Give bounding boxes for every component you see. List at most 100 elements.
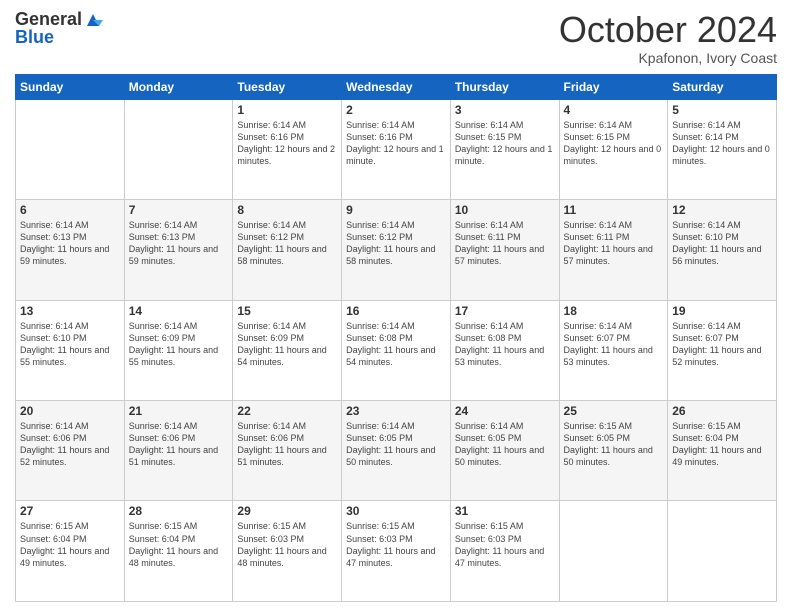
day-content: Sunrise: 6:14 AM Sunset: 6:07 PM Dayligh… <box>564 321 653 367</box>
day-number: 9 <box>346 203 446 217</box>
day-number: 30 <box>346 504 446 518</box>
calendar-cell-4-7: 26 Sunrise: 6:15 AM Sunset: 6:04 PM Dayli… <box>668 401 777 501</box>
day-content: Sunrise: 6:14 AM Sunset: 6:13 PM Dayligh… <box>129 220 218 266</box>
day-number: 29 <box>237 504 337 518</box>
day-content: Sunrise: 6:14 AM Sunset: 6:15 PM Dayligh… <box>564 120 662 166</box>
day-number: 28 <box>129 504 229 518</box>
day-number: 8 <box>237 203 337 217</box>
day-content: Sunrise: 6:14 AM Sunset: 6:05 PM Dayligh… <box>455 421 544 467</box>
calendar-cell-4-4: 23 Sunrise: 6:14 AM Sunset: 6:05 PM Dayli… <box>342 401 451 501</box>
calendar-cell-4-5: 24 Sunrise: 6:14 AM Sunset: 6:05 PM Dayli… <box>450 401 559 501</box>
day-number: 5 <box>672 103 772 117</box>
calendar-header-wednesday: Wednesday <box>342 74 451 99</box>
calendar-cell-3-5: 17Sunrise: 6:14 AM Sunset: 6:08 PM Dayli… <box>450 300 559 400</box>
day-content: Sunrise: 6:14 AM Sunset: 6:16 PM Dayligh… <box>237 120 335 166</box>
day-content: Sunrise: 6:14 AM Sunset: 6:09 PM Dayligh… <box>129 321 218 367</box>
day-content: Sunrise: 6:15 AM Sunset: 6:03 PM Dayligh… <box>455 521 544 567</box>
calendar-cell-2-3: 8 Sunrise: 6:14 AM Sunset: 6:12 PM Daylig… <box>233 200 342 300</box>
calendar-header-row: SundayMondayTuesdayWednesdayThursdayFrid… <box>16 74 777 99</box>
day-number: 27 <box>20 504 120 518</box>
calendar-cell-1-5: 3Sunrise: 6:14 AM Sunset: 6:15 PM Daylig… <box>450 99 559 199</box>
calendar-cell-2-5: 10Sunrise: 6:14 AM Sunset: 6:11 PM Dayli… <box>450 200 559 300</box>
calendar-cell-2-1: 6 Sunrise: 6:14 AM Sunset: 6:13 PM Daylig… <box>16 200 125 300</box>
day-number: 26 <box>672 404 772 418</box>
day-number: 7 <box>129 203 229 217</box>
day-number: 23 <box>346 404 446 418</box>
day-number: 20 <box>20 404 120 418</box>
day-content: Sunrise: 6:15 AM Sunset: 6:04 PM Dayligh… <box>672 421 761 467</box>
day-content: Sunrise: 6:14 AM Sunset: 6:14 PM Dayligh… <box>672 120 770 166</box>
day-content: Sunrise: 6:14 AM Sunset: 6:10 PM Dayligh… <box>672 220 761 266</box>
calendar-cell-5-7 <box>668 501 777 602</box>
day-number: 15 <box>237 304 337 318</box>
calendar-cell-3-7: 19 Sunrise: 6:14 AM Sunset: 6:07 PM Dayli… <box>668 300 777 400</box>
calendar-cell-3-2: 14 Sunrise: 6:14 AM Sunset: 6:09 PM Dayli… <box>124 300 233 400</box>
day-number: 1 <box>237 103 337 117</box>
calendar-cell-1-1 <box>16 99 125 199</box>
calendar-header-monday: Monday <box>124 74 233 99</box>
day-number: 2 <box>346 103 446 117</box>
calendar-header-thursday: Thursday <box>450 74 559 99</box>
day-number: 18 <box>564 304 664 318</box>
calendar-cell-5-5: 31Sunrise: 6:15 AM Sunset: 6:03 PM Dayli… <box>450 501 559 602</box>
header: General Blue October 2024 Kpafonon, Ivor… <box>15 10 777 66</box>
day-content: Sunrise: 6:14 AM Sunset: 6:11 PM Dayligh… <box>564 220 653 266</box>
day-content: Sunrise: 6:14 AM Sunset: 6:16 PM Dayligh… <box>346 120 444 166</box>
day-number: 22 <box>237 404 337 418</box>
day-content: Sunrise: 6:14 AM Sunset: 6:12 PM Dayligh… <box>346 220 435 266</box>
calendar-week-5: 27 Sunrise: 6:15 AM Sunset: 6:04 PM Dayli… <box>16 501 777 602</box>
location: Kpafonon, Ivory Coast <box>559 50 777 66</box>
logo: General Blue <box>15 10 103 48</box>
day-content: Sunrise: 6:14 AM Sunset: 6:08 PM Dayligh… <box>346 321 435 367</box>
day-number: 21 <box>129 404 229 418</box>
calendar-header-saturday: Saturday <box>668 74 777 99</box>
day-content: Sunrise: 6:15 AM Sunset: 6:04 PM Dayligh… <box>20 521 109 567</box>
calendar-cell-2-4: 9 Sunrise: 6:14 AM Sunset: 6:12 PM Daylig… <box>342 200 451 300</box>
day-number: 16 <box>346 304 446 318</box>
calendar-cell-5-3: 29 Sunrise: 6:15 AM Sunset: 6:03 PM Dayli… <box>233 501 342 602</box>
day-number: 13 <box>20 304 120 318</box>
day-number: 17 <box>455 304 555 318</box>
calendar-cell-1-3: 1 Sunrise: 6:14 AM Sunset: 6:16 PM Daylig… <box>233 99 342 199</box>
logo-icon <box>83 10 103 30</box>
calendar-cell-2-7: 12 Sunrise: 6:14 AM Sunset: 6:10 PM Dayli… <box>668 200 777 300</box>
day-content: Sunrise: 6:15 AM Sunset: 6:04 PM Dayligh… <box>129 521 218 567</box>
day-number: 24 <box>455 404 555 418</box>
calendar-cell-4-6: 25 Sunrise: 6:15 AM Sunset: 6:05 PM Dayli… <box>559 401 668 501</box>
day-number: 3 <box>455 103 555 117</box>
day-content: Sunrise: 6:14 AM Sunset: 6:12 PM Dayligh… <box>237 220 326 266</box>
calendar-cell-3-4: 16 Sunrise: 6:14 AM Sunset: 6:08 PM Dayli… <box>342 300 451 400</box>
day-content: Sunrise: 6:15 AM Sunset: 6:03 PM Dayligh… <box>237 521 326 567</box>
calendar-cell-4-3: 22 Sunrise: 6:14 AM Sunset: 6:06 PM Dayli… <box>233 401 342 501</box>
day-number: 14 <box>129 304 229 318</box>
day-content: Sunrise: 6:15 AM Sunset: 6:03 PM Dayligh… <box>346 521 435 567</box>
calendar-cell-5-6 <box>559 501 668 602</box>
day-number: 6 <box>20 203 120 217</box>
day-content: Sunrise: 6:14 AM Sunset: 6:05 PM Dayligh… <box>346 421 435 467</box>
day-number: 19 <box>672 304 772 318</box>
day-content: Sunrise: 6:14 AM Sunset: 6:13 PM Dayligh… <box>20 220 109 266</box>
day-content: Sunrise: 6:14 AM Sunset: 6:06 PM Dayligh… <box>237 421 326 467</box>
calendar-week-4: 20 Sunrise: 6:14 AM Sunset: 6:06 PM Dayli… <box>16 401 777 501</box>
calendar-header-sunday: Sunday <box>16 74 125 99</box>
calendar-header-friday: Friday <box>559 74 668 99</box>
calendar-cell-4-1: 20 Sunrise: 6:14 AM Sunset: 6:06 PM Dayli… <box>16 401 125 501</box>
day-content: Sunrise: 6:14 AM Sunset: 6:06 PM Dayligh… <box>20 421 109 467</box>
day-number: 25 <box>564 404 664 418</box>
day-number: 10 <box>455 203 555 217</box>
calendar-cell-5-4: 30 Sunrise: 6:15 AM Sunset: 6:03 PM Dayli… <box>342 501 451 602</box>
calendar-cell-1-7: 5 Sunrise: 6:14 AM Sunset: 6:14 PM Daylig… <box>668 99 777 199</box>
day-number: 11 <box>564 203 664 217</box>
calendar-cell-2-2: 7 Sunrise: 6:14 AM Sunset: 6:13 PM Daylig… <box>124 200 233 300</box>
day-number: 12 <box>672 203 772 217</box>
day-content: Sunrise: 6:14 AM Sunset: 6:09 PM Dayligh… <box>237 321 326 367</box>
calendar-cell-1-6: 4Sunrise: 6:14 AM Sunset: 6:15 PM Daylig… <box>559 99 668 199</box>
day-content: Sunrise: 6:15 AM Sunset: 6:05 PM Dayligh… <box>564 421 653 467</box>
calendar-cell-1-4: 2 Sunrise: 6:14 AM Sunset: 6:16 PM Daylig… <box>342 99 451 199</box>
calendar-cell-4-2: 21Sunrise: 6:14 AM Sunset: 6:06 PM Dayli… <box>124 401 233 501</box>
calendar-week-3: 13 Sunrise: 6:14 AM Sunset: 6:10 PM Dayli… <box>16 300 777 400</box>
calendar-week-2: 6 Sunrise: 6:14 AM Sunset: 6:13 PM Daylig… <box>16 200 777 300</box>
calendar-week-1: 1 Sunrise: 6:14 AM Sunset: 6:16 PM Daylig… <box>16 99 777 199</box>
day-content: Sunrise: 6:14 AM Sunset: 6:10 PM Dayligh… <box>20 321 109 367</box>
day-content: Sunrise: 6:14 AM Sunset: 6:07 PM Dayligh… <box>672 321 761 367</box>
